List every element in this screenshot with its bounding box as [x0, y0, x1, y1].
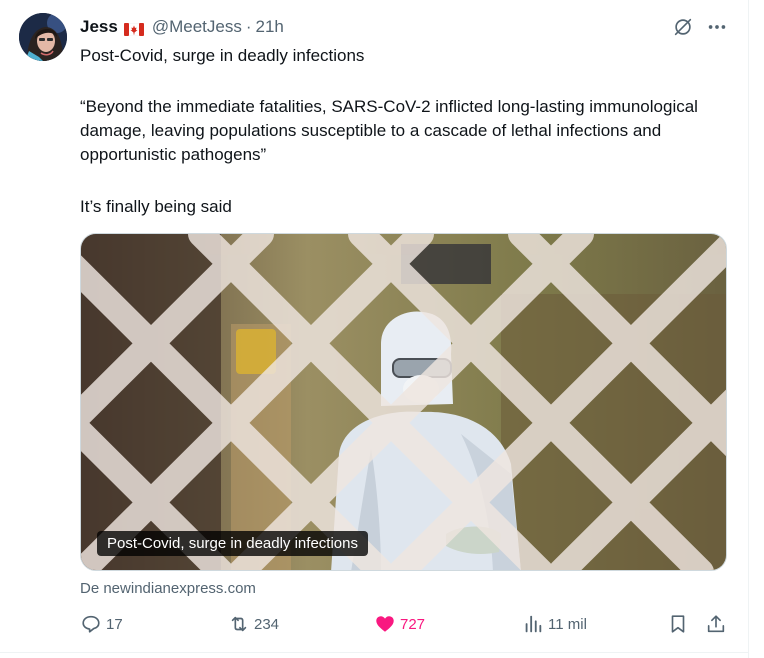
tweet-headline: Post-Covid, surge in deadly infections — [80, 46, 365, 65]
media-caption: Post-Covid, surge in deadly infections — [97, 531, 368, 556]
avatar[interactable] — [19, 13, 67, 61]
retweet-button[interactable]: 234 — [228, 612, 279, 636]
tweet-closing-line: It’s finally being said — [80, 197, 232, 216]
tweet-header: Jess @MeetJess · 21h — [80, 16, 284, 38]
bookmark-icon — [671, 615, 685, 633]
like-button[interactable]: 727 — [374, 612, 425, 636]
bookmark-button[interactable] — [667, 612, 693, 636]
tweet-timestamp[interactable]: 21h — [256, 17, 284, 37]
tweet-quote: “Beyond the immediate fatalities, SARS-C… — [80, 97, 698, 164]
reply-button[interactable]: 17 — [80, 612, 123, 636]
retweet-icon — [231, 616, 247, 632]
reply-count: 17 — [106, 615, 123, 633]
link-source[interactable]: De newindianexpress.com — [80, 580, 256, 597]
views-button[interactable]: 11 mil — [522, 612, 587, 636]
like-count: 727 — [400, 615, 426, 633]
canada-flag-icon — [123, 21, 145, 36]
column-divider — [748, 0, 749, 658]
author-handle[interactable]: @MeetJess — [152, 17, 242, 37]
tweet-media-card[interactable]: Post-Covid, surge in deadly infections — [80, 233, 727, 571]
retweet-count: 234 — [254, 615, 280, 633]
reply-icon — [82, 615, 100, 633]
more-options-icon[interactable] — [706, 16, 728, 38]
grok-icon[interactable] — [672, 16, 694, 38]
share-icon — [707, 615, 725, 633]
separator-dot: · — [245, 17, 252, 36]
share-button[interactable] — [705, 612, 731, 636]
tweet-divider — [0, 652, 748, 653]
author-name[interactable]: Jess — [80, 17, 118, 37]
heart-icon — [376, 616, 394, 632]
analytics-icon — [525, 615, 542, 633]
news-photo — [81, 234, 726, 570]
views-count: 11 mil — [548, 615, 587, 633]
